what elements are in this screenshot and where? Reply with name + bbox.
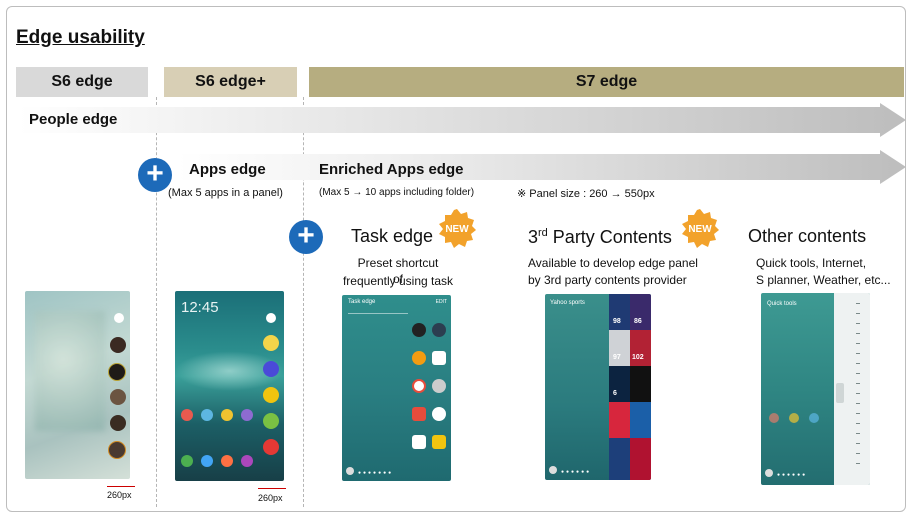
app-icon xyxy=(263,335,279,351)
task-icon xyxy=(412,435,426,449)
app-icon xyxy=(181,409,193,421)
settings-icon xyxy=(114,313,124,323)
app-icon xyxy=(263,413,279,429)
header-s7-edge: S7 edge xyxy=(309,67,904,97)
app-icon xyxy=(221,409,233,421)
contact-avatar xyxy=(110,389,126,405)
other-contents-title: Other contents xyxy=(748,226,867,246)
app-icon xyxy=(263,387,279,403)
task-icon xyxy=(432,435,446,449)
new-badge-icon: NEW xyxy=(682,209,719,248)
third-party-title: 3rd Party Contents xyxy=(528,227,672,247)
score: 97 xyxy=(613,354,621,361)
ruler-panel xyxy=(834,293,870,485)
app-icon xyxy=(263,361,279,377)
new-badge-icon: NEW xyxy=(439,209,476,248)
settings-icon xyxy=(549,466,557,474)
score: 102 xyxy=(632,354,644,361)
dimension-line xyxy=(107,486,135,487)
page-indicator: ●●●●●● xyxy=(561,469,592,475)
header-s6-edge: S6 edge xyxy=(16,67,148,97)
quick-tools-header: Quick tools xyxy=(767,301,797,307)
score: 98 xyxy=(613,318,621,325)
task-icon xyxy=(432,351,446,365)
settings-icon xyxy=(266,313,276,323)
contact-avatar xyxy=(108,441,126,459)
task-icon xyxy=(412,351,426,365)
s6-edge-screenshot xyxy=(25,291,130,479)
task-icon xyxy=(432,379,446,393)
task-icon xyxy=(432,407,446,421)
plus-icon: + xyxy=(138,158,172,192)
other-contents-screenshot: Quick tools ●●●●●● xyxy=(761,293,870,485)
app-icon xyxy=(201,455,213,467)
s6-edge-plus-screenshot: 12:45 xyxy=(175,291,284,481)
page-title: Edge usability xyxy=(16,27,145,48)
score-column: 98 86 97 102 6 xyxy=(609,294,651,480)
task-icon xyxy=(412,407,426,421)
score: 86 xyxy=(634,318,642,325)
contact-avatar xyxy=(110,337,126,353)
third-party-desc-1: Available to develop edge panel xyxy=(528,256,698,270)
apps-edge-label: Apps edge xyxy=(189,161,266,178)
app-icon xyxy=(263,439,279,455)
new-badge-text: NEW xyxy=(688,224,712,235)
s6plus-width-label: 260px xyxy=(258,493,283,503)
task-icon xyxy=(412,379,426,393)
other-contents-desc-1: Quick tools, Internet, xyxy=(756,256,867,270)
enriched-apps-label: Enriched Apps edge xyxy=(319,161,464,178)
task-icon xyxy=(432,323,446,337)
score: 6 xyxy=(613,390,617,397)
app-icon xyxy=(221,455,233,467)
people-edge-label: People edge xyxy=(29,111,118,128)
yahoo-sports-header: Yahoo sports xyxy=(550,300,585,306)
task-edge-title: Task edge xyxy=(351,226,434,246)
task-edge-screenshot: Task edge EDIT ●●●●●●● xyxy=(342,295,451,481)
s6-width-label: 260px xyxy=(107,490,132,500)
plus-icon: + xyxy=(289,220,323,254)
task-edge-desc-2: frequently using task xyxy=(342,274,454,288)
task-edge-header: Task edge xyxy=(348,299,376,305)
app-icon xyxy=(181,455,193,467)
third-party-screenshot: Yahoo sports 98 86 97 102 6 ●●●●●● xyxy=(545,294,651,480)
contact-avatar xyxy=(110,415,126,431)
task-icon xyxy=(412,323,426,337)
edit-link[interactable]: EDIT xyxy=(436,299,447,305)
app-icon xyxy=(241,409,253,421)
app-icon xyxy=(201,409,213,421)
other-contents-desc-2: S planner, Weather, etc... xyxy=(756,273,891,287)
settings-icon xyxy=(346,467,354,475)
app-icon xyxy=(241,455,253,467)
third-party-desc-2: by 3rd party contents provider xyxy=(528,273,687,287)
page-indicator: ●●●●●● xyxy=(777,472,808,478)
header-s6-edge-plus: S6 edge+ xyxy=(164,67,297,97)
enriched-apps-note: (Max 5 → 10 apps including folder) xyxy=(319,187,475,198)
panel-size-note: ※ Panel size : 260 → 550px xyxy=(517,188,655,200)
clock-time: 12:45 xyxy=(181,299,219,316)
page-indicator: ●●●●●●● xyxy=(358,470,394,476)
people-edge-arrow xyxy=(18,103,906,137)
contact-avatar xyxy=(108,363,126,381)
apps-edge-note: (Max 5 apps in a panel) xyxy=(168,187,283,199)
new-badge-text: NEW xyxy=(445,224,469,235)
settings-icon xyxy=(765,469,773,477)
dimension-line xyxy=(258,488,286,489)
